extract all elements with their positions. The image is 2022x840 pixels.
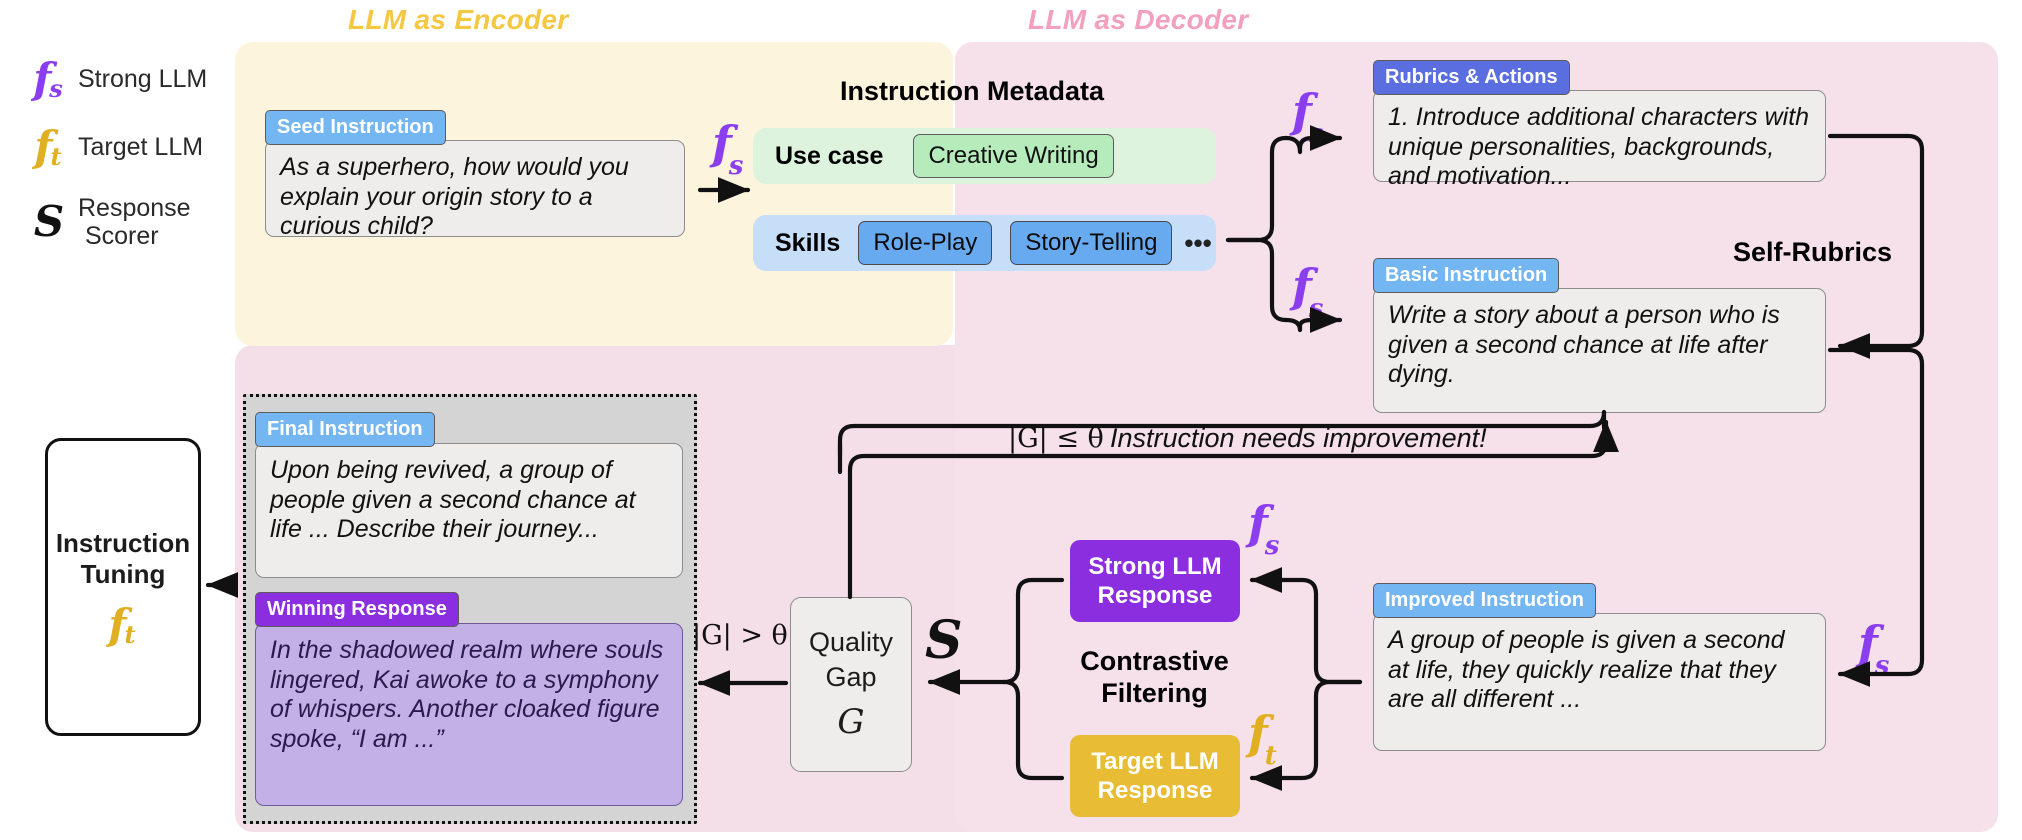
instruction-metadata-title: Instruction Metadata (840, 76, 1105, 106)
legend-item-response-scorer: S Response Scorer (20, 194, 235, 250)
use-case-label: Use case (775, 141, 884, 170)
f-s-icon-strong-response: fs (1248, 496, 1280, 562)
condition-le-theta: |G| ≤ θ (1008, 423, 1104, 454)
f-s-icon-encoder: fs (712, 116, 744, 182)
target-llm-response-label: Target LLM Response (1091, 747, 1219, 804)
seed-instruction-tag: Seed Instruction (265, 110, 446, 145)
self-rubrics-label: Self-Rubrics (1733, 237, 1893, 267)
quality-gap-line-1: Quality (808, 627, 894, 658)
legend-item-strong-llm: fs Strong LLM (20, 54, 235, 103)
improved-instruction-tag: Improved Instruction (1373, 583, 1596, 618)
seed-instruction-body: As a superhero, how would you explain yo… (265, 140, 685, 240)
legend-item-target-llm: ft Target LLM (20, 122, 235, 171)
rubrics-actions-body: 1. Introduce additional characters with … (1373, 90, 1826, 190)
skill-pill-story-telling: Story-Telling (1010, 221, 1173, 265)
f-s-icon-improved: fs (1858, 616, 1890, 682)
use-case-value-pill: Creative Writing (913, 134, 1114, 178)
f-t-icon-tuning: ft (108, 599, 136, 649)
skills-label: Skills (775, 228, 841, 257)
instruction-tuning-label: Instruction Tuning (56, 528, 190, 589)
f-t-icon: ft (34, 122, 62, 171)
encoder-panel-title: LLM as Encoder (348, 4, 569, 35)
quality-gap-symbol: G (837, 701, 865, 742)
contrastive-filtering-label: Contrastive Filtering (1080, 646, 1229, 709)
f-s-icon-rubrics: fs (1292, 84, 1324, 150)
skills-row: Skills Role-Play Story-Telling ••• (753, 215, 1216, 271)
needs-improvement-label: Instruction needs improvement! (1110, 423, 1487, 453)
winning-response-body: In the shadowed realm where souls linger… (255, 623, 683, 806)
instruction-tuning-box: Instruction Tuning ft (45, 438, 201, 736)
decoder-panel-title: LLM as Decoder (1028, 4, 1249, 35)
tuning-line-2: Tuning (80, 559, 166, 589)
skills-more-ellipsis: ••• (1184, 227, 1212, 258)
legend: fs Strong LLM ft Target LLM S Response S… (20, 58, 235, 276)
strong-llm-response-box: Strong LLM Response (1070, 540, 1240, 622)
winning-response-tag: Winning Response (255, 592, 459, 627)
rubrics-actions-tag: Rubrics & Actions (1373, 60, 1570, 95)
legend-label-response-scorer: Response Scorer (78, 194, 191, 250)
final-instruction-body: Upon being revived, a group of people gi… (255, 443, 683, 578)
f-s-icon: fs (33, 54, 63, 103)
basic-instruction-tag: Basic Instruction (1373, 258, 1560, 293)
f-t-icon-target-response: ft (1248, 706, 1277, 772)
target-llm-response-box: Target LLM Response (1070, 735, 1240, 817)
use-case-row: Use case Creative Writing (753, 128, 1216, 184)
legend-label-target-llm: Target LLM (78, 133, 204, 161)
s-scorer-icon: S (33, 197, 65, 246)
legend-label-strong-llm: Strong LLM (78, 65, 208, 93)
basic-instruction-body: Write a story about a person who is give… (1373, 288, 1826, 413)
f-s-icon-basic: fs (1292, 259, 1324, 325)
tuning-line-1: Instruction (55, 528, 191, 559)
improved-instruction-body: A group of people is given a second at l… (1373, 613, 1826, 751)
condition-gt-theta: |G| > θ (692, 620, 788, 651)
strong-llm-response-label: Strong LLM Response (1088, 552, 1222, 609)
final-instruction-tag: Final Instruction (255, 412, 435, 447)
skill-pill-role-play: Role-Play (858, 221, 993, 265)
quality-gap-line-2: Gap (825, 662, 877, 693)
scorer-symbol: S (925, 610, 963, 671)
quality-gap-box: Quality Gap G (790, 597, 912, 772)
